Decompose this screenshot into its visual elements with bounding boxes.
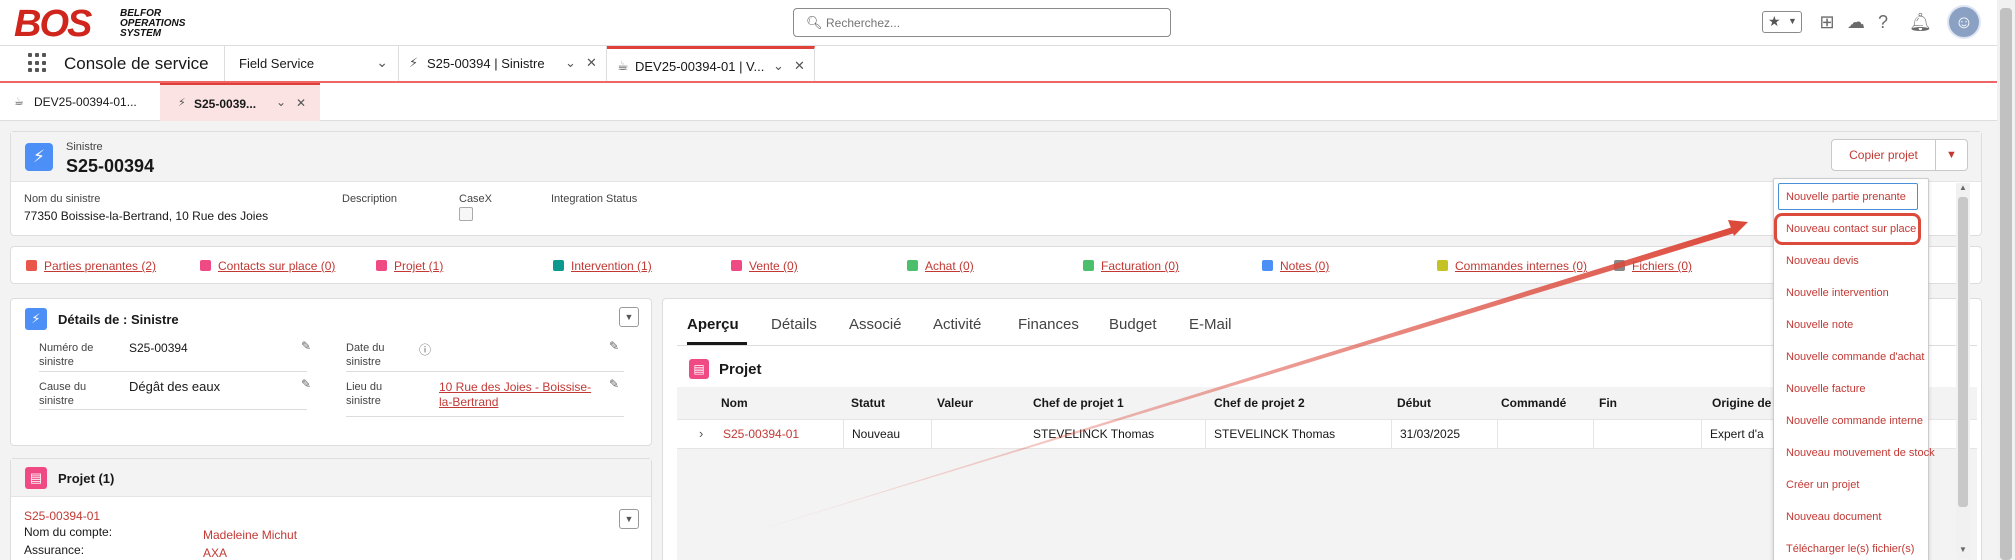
annotation-highlight xyxy=(1774,213,1921,245)
page-scrollbar-thumb[interactable] xyxy=(2000,8,2012,560)
annotation-arrow xyxy=(720,220,1748,542)
